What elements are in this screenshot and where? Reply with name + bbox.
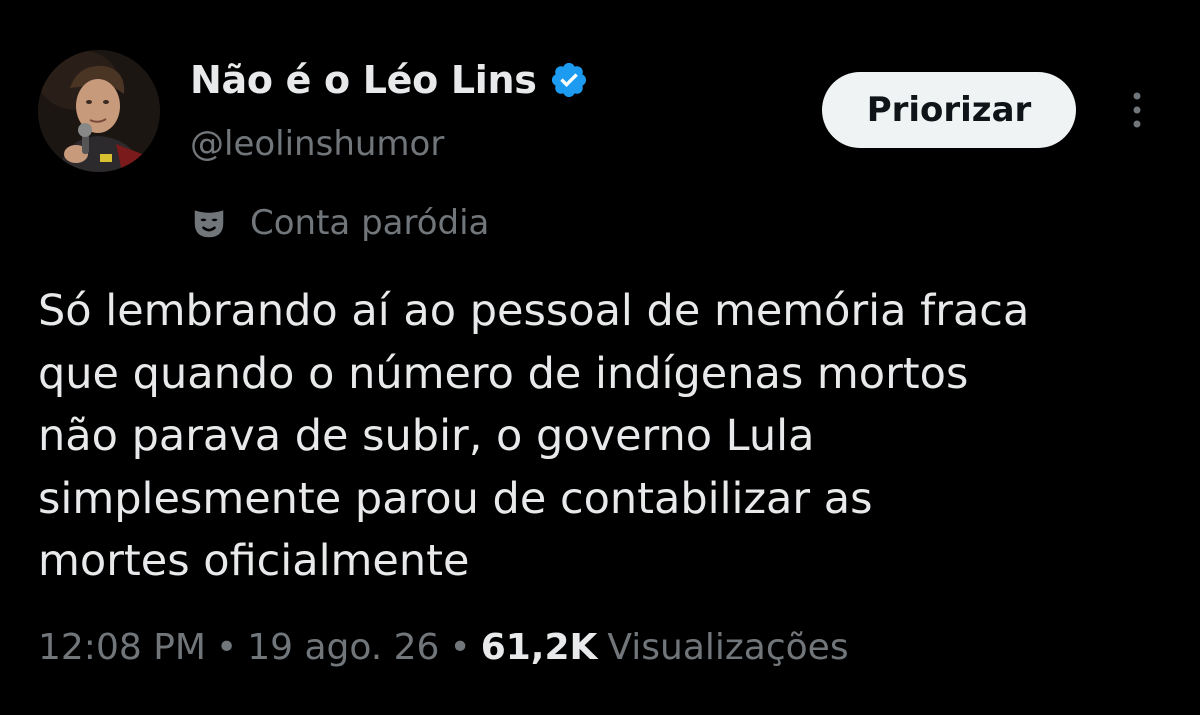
avatar-image xyxy=(38,50,160,172)
handle[interactable]: @leolinshumor xyxy=(190,124,444,164)
views-label[interactable]: Visualizações xyxy=(607,627,848,668)
views-count[interactable]: 61,2K xyxy=(481,627,598,668)
avatar[interactable] xyxy=(38,50,160,172)
mask-icon xyxy=(194,210,224,238)
name-row: Não é o Léo Lins xyxy=(190,58,589,102)
verified-badge-icon[interactable] xyxy=(549,60,589,100)
tweet-text-line: Só lembrando aí ao pessoal de memória fr… xyxy=(38,286,1030,336)
tweet-text-line: mortes oficialmente xyxy=(38,536,470,586)
tweet: Não é o Léo Lins @leolinshumor Priorizar… xyxy=(0,0,1200,715)
parody-label-row: Conta paródia xyxy=(190,203,489,243)
more-vertical-icon[interactable] xyxy=(1122,88,1152,132)
tweet-text-line: não parava de subir, o governo Lula xyxy=(38,411,815,461)
tweet-text-line: simplesmente parou de contabilizar as xyxy=(38,473,873,524)
display-name[interactable]: Não é o Léo Lins xyxy=(190,58,537,102)
tweet-time[interactable]: 12:08 PM xyxy=(38,627,206,668)
tweet-text-line: que quando o número de indígenas mortos xyxy=(38,348,969,399)
tweet-text: Só lembrando aí ao pessoal de memória fr… xyxy=(38,280,1178,593)
parody-label: Conta paródia xyxy=(250,203,490,243)
tweet-date[interactable]: 19 ago. 26 xyxy=(247,627,439,668)
tweet-meta: 12:08 PM • 19 ago. 26 • 61,2K Visualizaç… xyxy=(38,627,849,668)
meta-separator: • xyxy=(449,627,471,668)
prioritize-button[interactable]: Priorizar xyxy=(822,72,1076,148)
meta-separator: • xyxy=(215,627,238,668)
